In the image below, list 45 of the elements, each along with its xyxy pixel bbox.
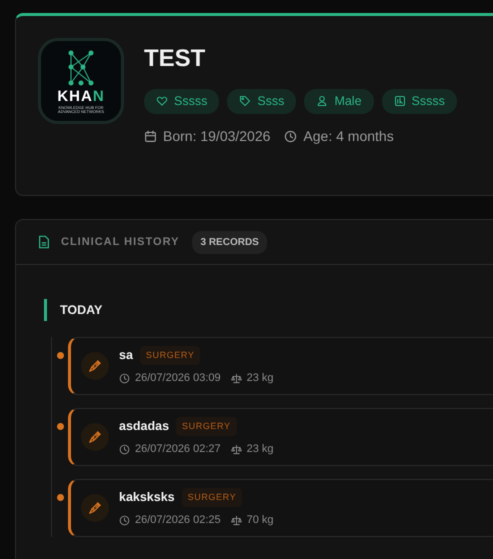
syringe-icon bbox=[88, 501, 102, 515]
record-datetime: 26/07/2026 03:09 bbox=[135, 371, 221, 386]
info-tag: Sssss bbox=[382, 89, 457, 114]
syringe-icon bbox=[88, 359, 102, 373]
logo-wordmark: KHAN bbox=[57, 88, 105, 104]
record-datetime: 26/07/2026 02:25 bbox=[135, 513, 221, 528]
age-text: Age: 4 months bbox=[303, 126, 394, 146]
clock-icon bbox=[119, 372, 130, 384]
tag-icon bbox=[239, 95, 252, 108]
clock-icon bbox=[119, 444, 130, 455]
person-icon bbox=[316, 95, 328, 108]
record-title: kaksksks bbox=[119, 488, 175, 506]
clock-icon bbox=[119, 514, 130, 526]
calendar-icon bbox=[144, 130, 157, 143]
birth-date: Born: 19/03/2026 bbox=[163, 126, 270, 146]
info-tag: Male bbox=[304, 89, 374, 114]
record-title: asdadas bbox=[119, 418, 170, 435]
info-tag: Ssss bbox=[227, 89, 296, 114]
document-icon bbox=[37, 235, 51, 249]
syringe-icon bbox=[88, 430, 102, 444]
record-weight: 23 kg bbox=[246, 442, 274, 457]
record-type-tag: SURGERY bbox=[176, 416, 237, 436]
date-group-label: TODAY bbox=[44, 299, 493, 321]
record-type-tag: SURGERY bbox=[182, 488, 242, 507]
record-card[interactable]: asdadas SURGERY 26/07/2026 02:27 23 kg bbox=[68, 408, 493, 466]
info-tag: Sssss bbox=[144, 89, 220, 114]
scale-icon bbox=[230, 372, 242, 384]
record-weight: 23 kg bbox=[246, 371, 274, 386]
records-count: 3 RECORDS bbox=[192, 230, 267, 254]
timeline-dot bbox=[57, 352, 64, 359]
scale-icon bbox=[230, 514, 242, 526]
record-card[interactable]: kaksksks SURGERY 26/07/2026 02:25 70 kg bbox=[68, 479, 493, 537]
record-datetime: 26/07/2026 02:27 bbox=[135, 442, 221, 457]
heart-icon bbox=[156, 95, 168, 108]
scale-icon bbox=[230, 444, 242, 455]
chart-icon bbox=[394, 95, 406, 108]
section-title: CLINICAL HISTORY bbox=[61, 234, 180, 250]
patient-name: TEST bbox=[144, 44, 206, 74]
record-title: sa bbox=[119, 346, 133, 364]
record-card[interactable]: sa SURGERY 26/07/2026 03:09 23 kg bbox=[68, 337, 493, 395]
record-weight: 70 kg bbox=[246, 513, 274, 528]
record-type-tag: SURGERY bbox=[140, 346, 200, 365]
timeline-dot bbox=[57, 494, 64, 501]
timeline-dot bbox=[57, 423, 64, 430]
clock-icon bbox=[284, 130, 298, 143]
